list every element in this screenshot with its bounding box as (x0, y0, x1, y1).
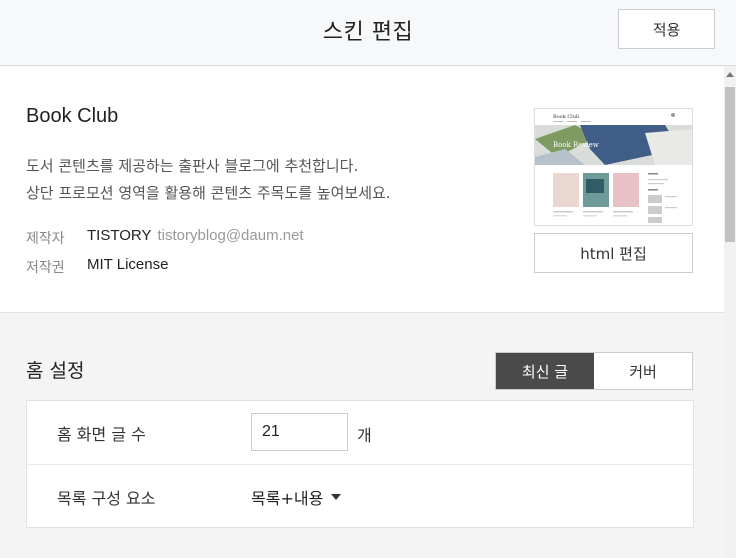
scrollbar[interactable] (724, 67, 736, 558)
maker-label: 제작자 (26, 231, 65, 247)
thumbnail-site-title: Book Club (553, 114, 579, 120)
list-composition-label: 목록 구성 요소 (57, 489, 156, 508)
content-area: Book Club 도서 콘텐츠를 제공하는 출판사 블로그에 추천합니다. 상… (0, 67, 724, 558)
list-composition-select[interactable]: 목록+내용 (251, 485, 342, 509)
home-settings-panel: 홈 화면 글 수 개 목록 구성 요소 목록+내용 (26, 400, 694, 528)
maker-email: tistoryblog@daum.net (157, 227, 304, 244)
home-mode-toggle: 최신 글 커버 (495, 352, 693, 390)
list-composition-row: 목록 구성 요소 목록+내용 (27, 464, 693, 528)
home-settings-title: 홈 설정 (26, 360, 85, 382)
skin-thumbnail-image: Book Club Book Review (535, 109, 692, 225)
mode-cover-button[interactable]: 커버 (594, 353, 692, 389)
post-count-row: 홈 화면 글 수 개 (27, 401, 693, 464)
post-count-unit: 개 (357, 426, 372, 445)
skin-name: Book Club (26, 105, 119, 127)
skin-description-line-1: 도서 콘텐츠를 제공하는 출판사 블로그에 추천합니다. (26, 157, 359, 175)
list-composition-value: 목록+내용 (251, 489, 324, 508)
thumbnail-hero-text: Book Review (553, 141, 599, 149)
maker-name: TISTORY (87, 227, 152, 244)
mode-latest-button[interactable]: 최신 글 (496, 353, 594, 389)
maker-value: TISTORY tistoryblog@daum.net (87, 227, 304, 244)
caret-down-icon (331, 494, 342, 500)
scroll-thumb[interactable] (725, 87, 735, 242)
skin-info-section: Book Club 도서 콘텐츠를 제공하는 출판사 블로그에 추천합니다. 상… (0, 67, 724, 313)
html-edit-button[interactable]: html 편집 (534, 233, 693, 273)
top-bar: 스킨 편집 적용 (0, 0, 736, 66)
skin-thumbnail: Book Club Book Review (534, 108, 693, 226)
license-label: 저작권 (26, 260, 65, 276)
license-value: MIT License (87, 256, 169, 273)
post-count-label: 홈 화면 글 수 (57, 425, 146, 444)
skin-description-line-2: 상단 프로모션 영역을 활용해 콘텐츠 주목도를 높여보세요. (26, 184, 391, 202)
scroll-up-arrow-icon[interactable] (724, 67, 736, 81)
apply-button[interactable]: 적용 (618, 9, 715, 49)
post-count-input[interactable] (251, 413, 348, 451)
